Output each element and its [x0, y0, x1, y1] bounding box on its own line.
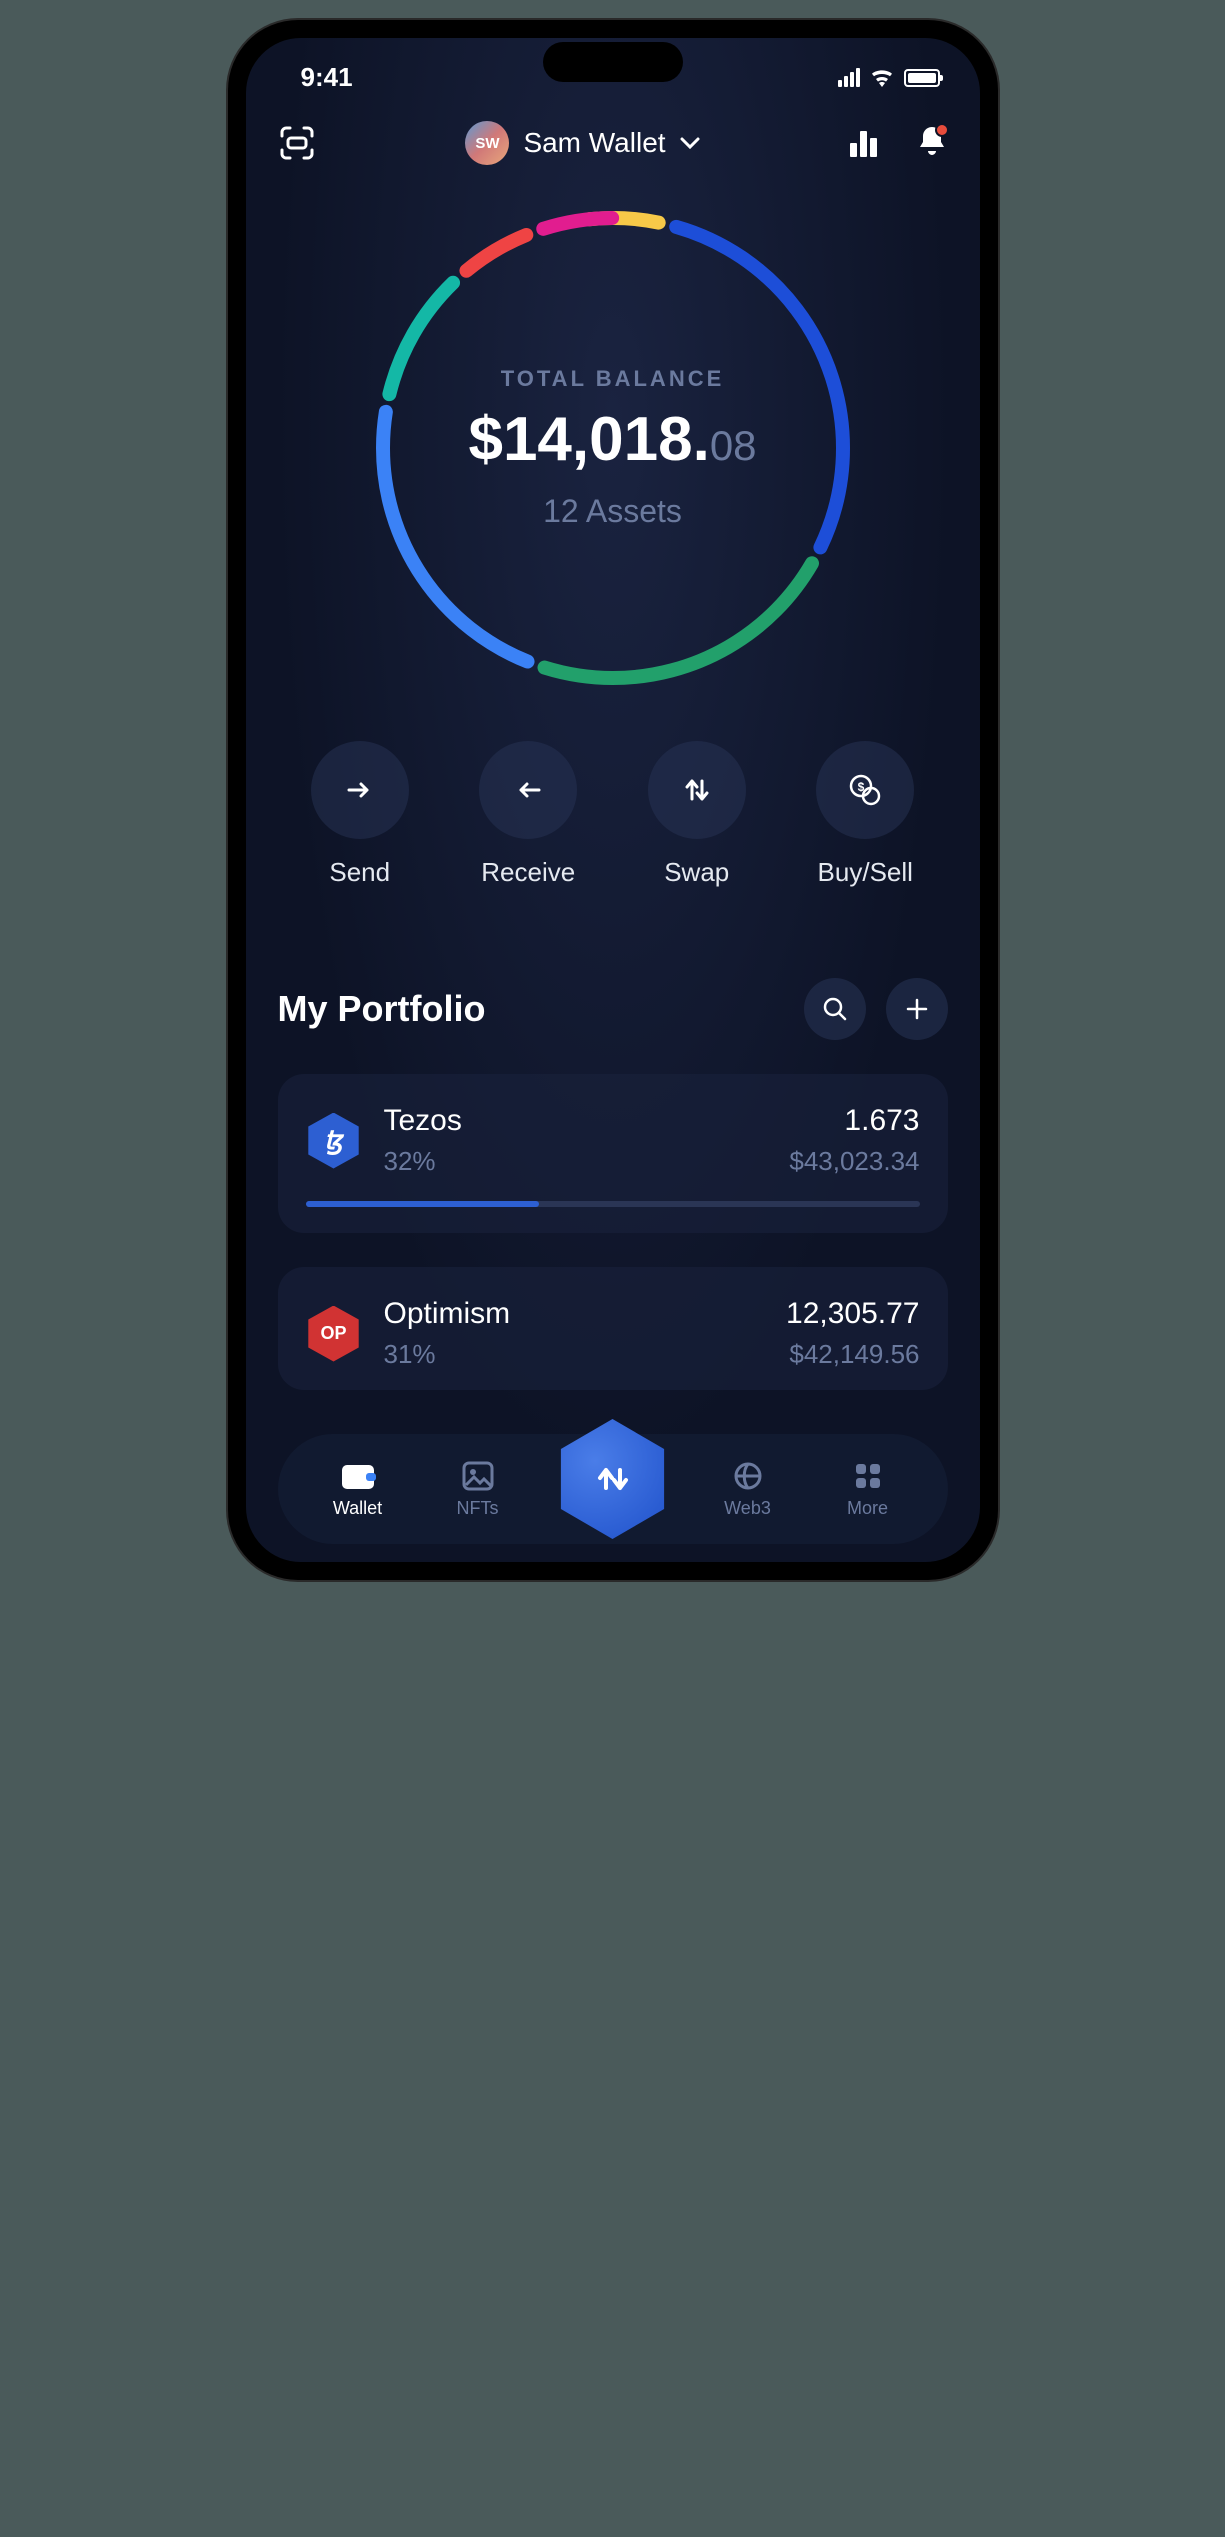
asset-card[interactable]: OP Optimism 31% 12,305.77 $42,149.56 — [278, 1267, 948, 1390]
scan-icon[interactable] — [278, 124, 316, 162]
battery-icon — [904, 69, 940, 87]
portfolio-title: My Portfolio — [278, 988, 486, 1030]
bottom-nav: Wallet NFTs Web3 More — [278, 1434, 948, 1544]
wifi-icon — [870, 69, 894, 87]
asset-usd: $42,149.56 — [789, 1339, 919, 1370]
nav-web3[interactable]: Web3 — [703, 1460, 793, 1519]
signal-icon — [838, 68, 860, 87]
optimism-icon: OP — [306, 1306, 362, 1362]
app-header: SW Sam Wallet — [246, 103, 980, 175]
nav-nfts[interactable]: NFTs — [433, 1460, 523, 1519]
action-label: Send — [329, 857, 390, 888]
swap-icon — [683, 775, 711, 805]
arrow-left-icon — [513, 780, 543, 800]
add-button[interactable] — [886, 978, 948, 1040]
avatar: SW — [465, 121, 509, 165]
buysell-button[interactable]: $ Buy/Sell — [816, 741, 914, 888]
nav-swap-fab[interactable] — [553, 1419, 673, 1539]
asset-pct: 31% — [384, 1339, 765, 1370]
coins-icon: $ — [848, 773, 882, 807]
nav-label: Wallet — [333, 1498, 382, 1519]
globe-icon — [733, 1461, 763, 1491]
status-indicators — [838, 68, 940, 87]
notification-dot — [935, 123, 949, 137]
tezos-icon: ꜩ — [306, 1113, 362, 1169]
notch — [543, 42, 683, 82]
notifications-button[interactable] — [917, 125, 947, 162]
status-time: 9:41 — [301, 62, 353, 93]
asset-card[interactable]: ꜩ Tezos 32% 1.673 $43,023.34 — [278, 1074, 948, 1233]
arrow-right-icon — [345, 780, 375, 800]
phone-frame: 9:41 SW Sam Wallet — [228, 20, 998, 1580]
search-button[interactable] — [804, 978, 866, 1040]
wallet-name: Sam Wallet — [523, 127, 665, 159]
nav-more[interactable]: More — [823, 1460, 913, 1519]
wallet-icon — [340, 1461, 376, 1491]
asset-pct: 32% — [384, 1146, 768, 1177]
send-button[interactable]: Send — [311, 741, 409, 888]
asset-name: Optimism — [384, 1297, 765, 1331]
nav-wallet[interactable]: Wallet — [313, 1460, 403, 1519]
plus-icon — [905, 997, 929, 1021]
nav-label: NFTs — [457, 1498, 499, 1519]
action-label: Buy/Sell — [818, 857, 913, 888]
asset-icon: ꜩ — [306, 1113, 362, 1169]
balance-ring: TOTAL BALANCE $14,018.08 12 Assets — [368, 203, 858, 693]
action-label: Receive — [481, 857, 575, 888]
asset-icon: OP — [306, 1306, 362, 1362]
search-icon — [822, 996, 848, 1022]
progress-bar — [306, 1201, 920, 1207]
swap-button[interactable]: Swap — [648, 741, 746, 888]
quick-actions: Send Receive Swap $ Buy/Sell — [246, 693, 980, 888]
receive-button[interactable]: Receive — [479, 741, 577, 888]
nav-label: Web3 — [724, 1498, 771, 1519]
swap-fab-icon — [592, 1458, 634, 1500]
grid-icon — [854, 1462, 882, 1490]
portfolio-ring-chart — [368, 203, 858, 693]
chart-icon[interactable] — [849, 129, 879, 157]
asset-amount: 1.673 — [844, 1104, 919, 1138]
asset-name: Tezos — [384, 1104, 768, 1138]
wallet-selector[interactable]: SW Sam Wallet — [465, 121, 699, 165]
asset-amount: 12,305.77 — [786, 1297, 919, 1331]
asset-usd: $43,023.34 — [789, 1146, 919, 1177]
screen: 9:41 SW Sam Wallet — [246, 38, 980, 1562]
nav-label: More — [847, 1498, 888, 1519]
chevron-down-icon — [680, 137, 700, 149]
image-icon — [462, 1461, 494, 1491]
action-label: Swap — [664, 857, 729, 888]
